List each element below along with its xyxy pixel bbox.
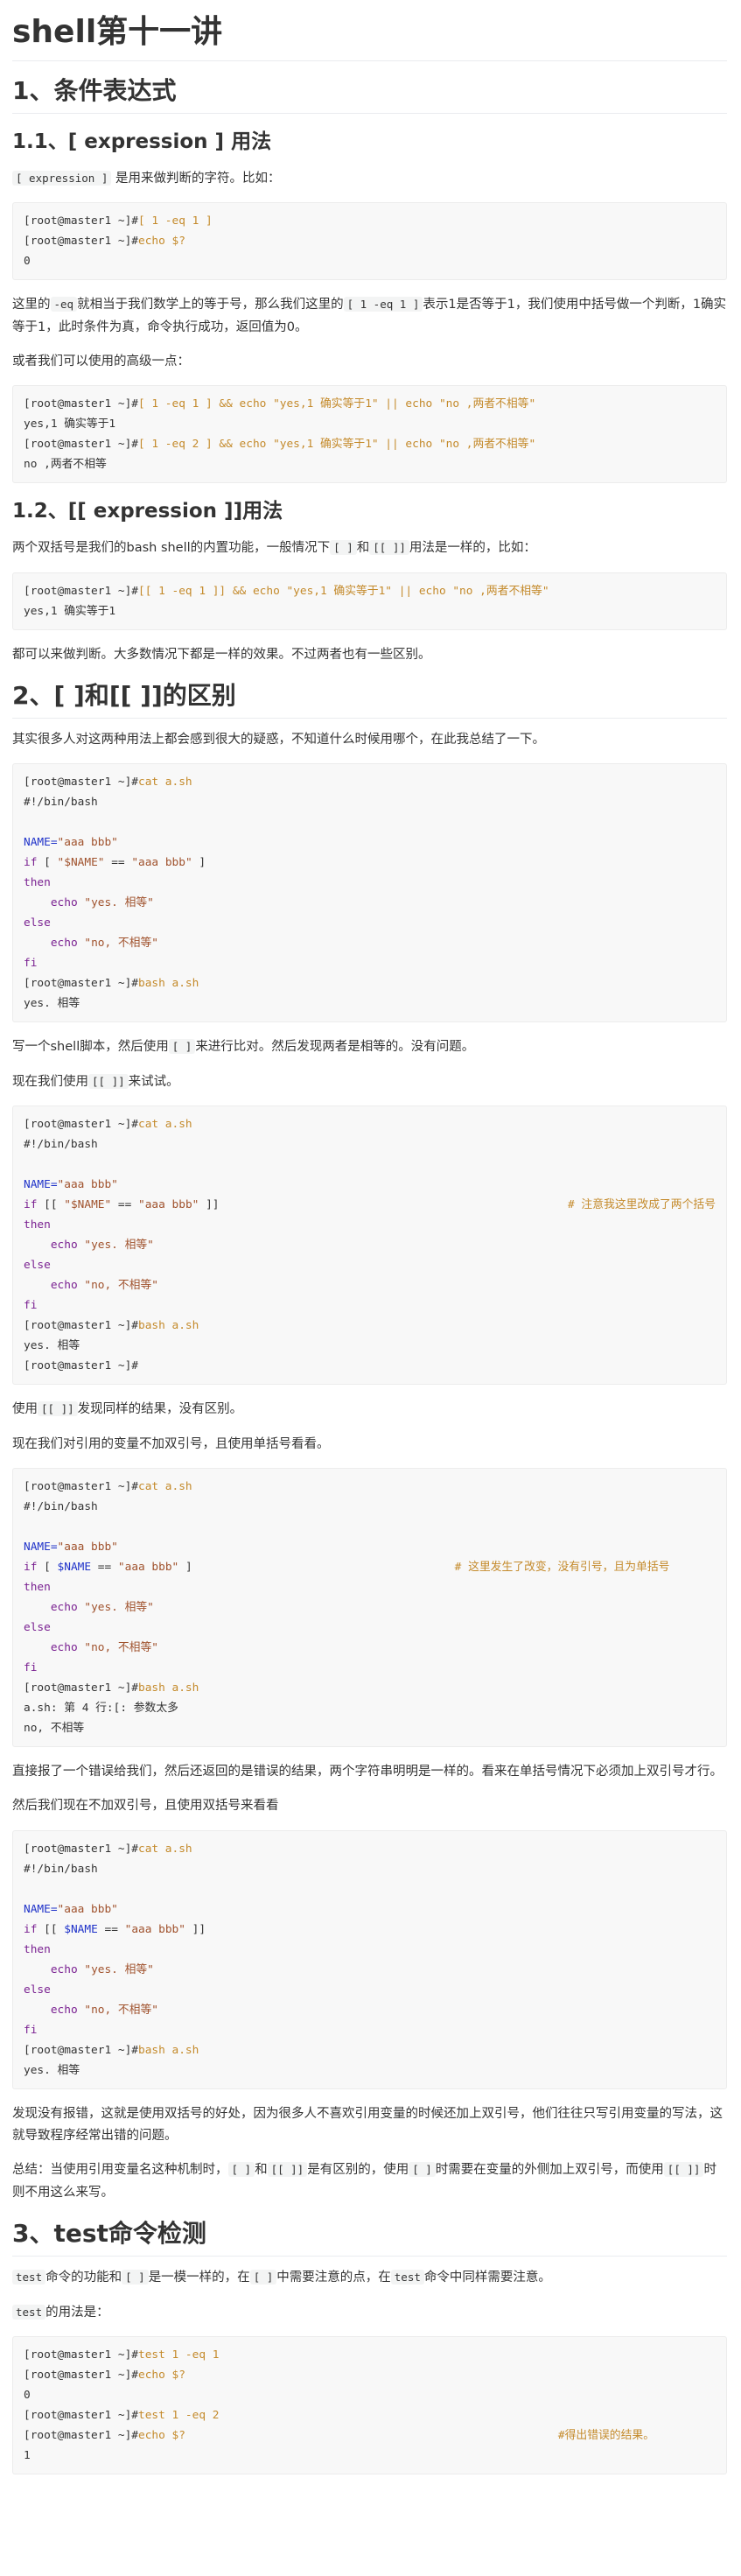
paragraph: [ expression ] 是用来做判断的字符。比如： — [12, 168, 727, 190]
article: shell第十一讲 1、条件表达式 1.1、[ expression ] 用法 … — [0, 0, 741, 2523]
inline-code: [ 1 -eq 1 ] — [343, 297, 423, 312]
inline-code: [ ] — [122, 2270, 149, 2285]
inline-code: [[ ]] — [369, 540, 409, 556]
inline-code: [ ] — [227, 2162, 255, 2178]
paragraph: 两个双括号是我们的bash shell的内置功能，一般情况下[ ] 和[[ ]] 用… — [12, 540, 536, 556]
inline-code: [[ ]] — [663, 2162, 704, 2178]
inline-code: [[ ]] — [38, 1401, 78, 1417]
section-2-heading: 2、[ ]和[[ ]]的区别 — [12, 680, 727, 719]
paragraph: test 命令的功能和[ ] 是一模一样的，在[ ] 中需要注意的点，在 test 命令中… — [12, 2267, 727, 2289]
paragraph: 写一个shell脚本，然后使用[ ] 来进行比对。然后发现两者是相等的。没有问题。 — [12, 1039, 475, 1055]
paragraph: 直接报了一个错误给我们，然后还返回的是错误的结果，两个字符串明明是一样的。看来在… — [12, 1764, 723, 1779]
paragraph: 发现没有报错，这就是使用双括号的好处，因为很多人不喜欢引用变量的时候还加上双引号… — [12, 2106, 723, 2144]
paragraph: 都可以来做判断。大多数情况下都是一样的效果。不过两者也有一些区别。 — [12, 647, 431, 662]
paragraph: 现在我们使用[[ ]] 来试试。 — [12, 1073, 179, 1089]
inline-code: -eq — [50, 297, 78, 312]
inline-code: test — [12, 2304, 46, 2320]
inline-code: [ expression ] — [12, 170, 112, 186]
code-block[interactable]: [root@master1 ~]#[ 1 -eq 1 ] [root@master… — [12, 202, 727, 281]
code-block[interactable]: [root@master1 ~]#[[ 1 -eq 1 ]] && echo "… — [12, 572, 727, 630]
section-1-1-heading: 1.1、[ expression ] 用法 — [12, 130, 272, 153]
inline-code: [ ] — [249, 2270, 277, 2285]
inline-code: [ ] — [330, 540, 357, 556]
inline-code: [ ] — [409, 2162, 436, 2178]
inline-code: test — [12, 2270, 46, 2285]
paragraph: 现在我们对引用的变量不加双引号，且使用单括号看看。 — [12, 1436, 330, 1451]
paragraph: 或者我们可以使用的高级一点： — [12, 354, 190, 369]
paragraph: 总结：当使用引用变量名这种机制时，[ ] 和[[ ]] 是有区别的，使用[ ] 时需要… — [12, 2162, 717, 2200]
code-comment: #得出错误的结果。 — [557, 2428, 654, 2442]
paragraph: 然后我们现在不加双引号，且使用双括号来看看 — [12, 1799, 279, 1814]
code-block[interactable]: [root@master1 ~]#cat a.sh #!/bin/bash NAME… — [12, 763, 727, 1023]
paragraph: test 的用法是： — [12, 2302, 727, 2324]
section-1-2-heading: 1.2、[[ expression ]]用法 — [12, 500, 283, 523]
section-1-heading: 1、条件表达式 — [12, 75, 727, 114]
inline-code: [[ ]] — [88, 1073, 129, 1089]
inline-code: [[ ]] — [267, 2162, 308, 2178]
code-block[interactable]: [root@master1 ~]#cat a.sh #!/bin/bash NAME… — [12, 1106, 727, 1386]
section-3-heading: 3、test命令检测 — [12, 2218, 727, 2257]
code-block[interactable]: [root@master1 ~]#test 1 -eq 1 [root@maste… — [12, 2335, 727, 2474]
page-title: shell第十一讲 — [12, 12, 727, 61]
inline-code: test — [390, 2270, 424, 2285]
code-block[interactable]: [root@master1 ~]#[ 1 -eq 1 ] && echo "ye… — [12, 385, 727, 484]
code-block[interactable]: [root@master1 ~]#cat a.sh #!/bin/bash NAME… — [12, 1467, 727, 1747]
inline-code: [ ] — [168, 1039, 196, 1055]
paragraph: 这里的 -eq 就相当于我们数学上的等于号，那么我们这里的[ 1 -eq 1 ] 表示… — [12, 297, 727, 334]
paragraph: 其实很多人对这两种用法上都会感到很大的疑惑，不知道什么时候用哪个，在此我总结了一… — [12, 733, 545, 748]
paragraph: 使用[[ ]] 发现同样的结果，没有区别。 — [12, 1401, 243, 1417]
code-block[interactable]: [root@master1 ~]#cat a.sh #!/bin/bash NAME… — [12, 1829, 727, 2089]
code-comment: # 这里发生了改变，没有引号，且为单括号 — [454, 1560, 670, 1574]
code-comment: # 注意我这里改成了两个括号 — [568, 1198, 716, 1212]
